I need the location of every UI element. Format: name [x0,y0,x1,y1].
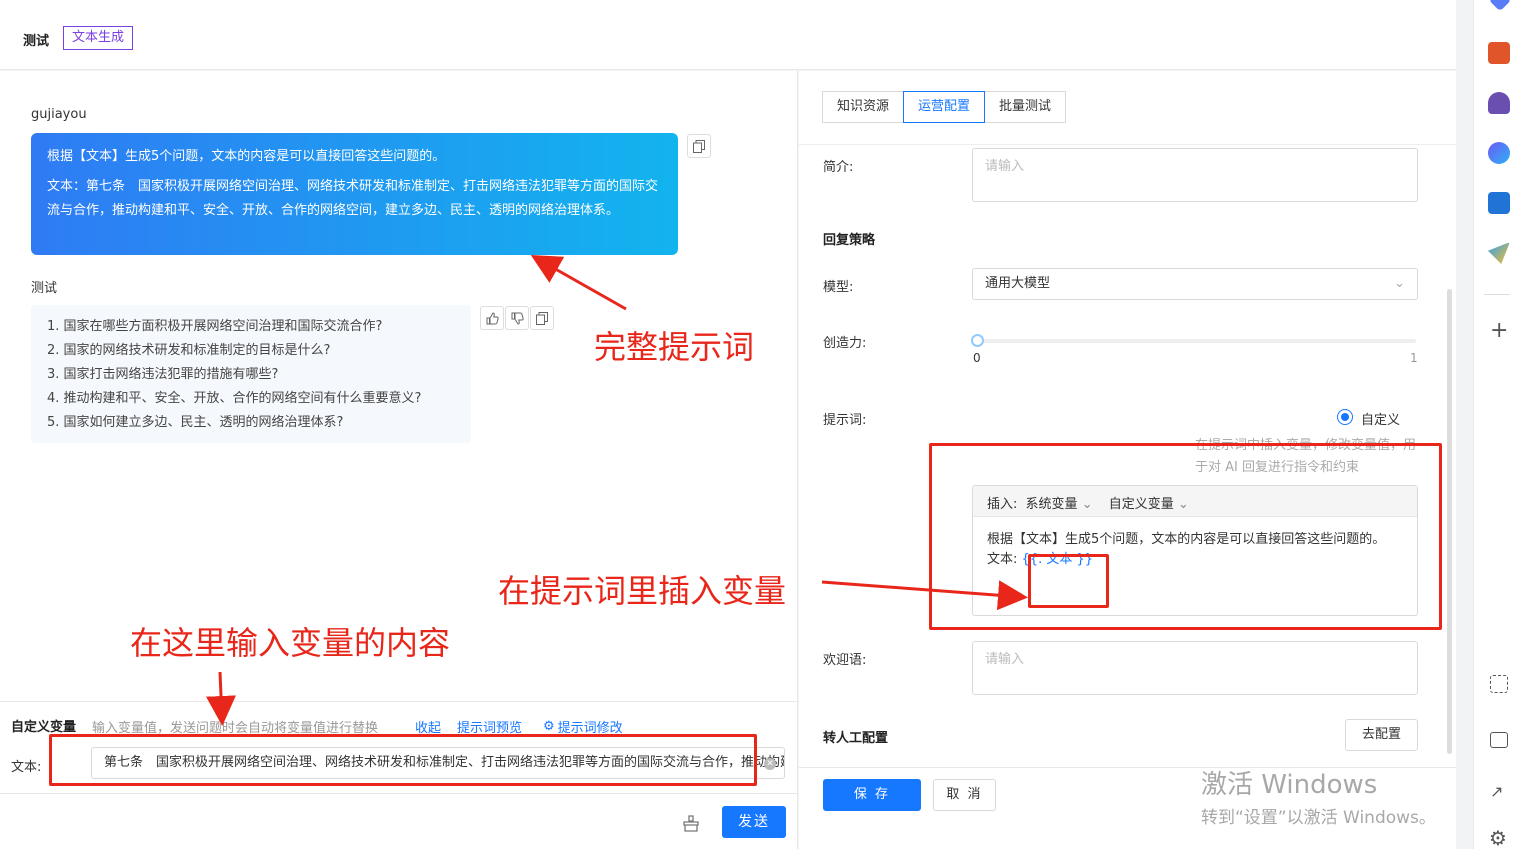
annotation-arrows [206,255,1028,726]
arrow-insert-variable [821,580,1028,611]
arrow-full-prompt [530,255,627,311]
arrow-input-variable [206,671,236,726]
tab-operations[interactable]: 运营配置 [903,91,986,123]
